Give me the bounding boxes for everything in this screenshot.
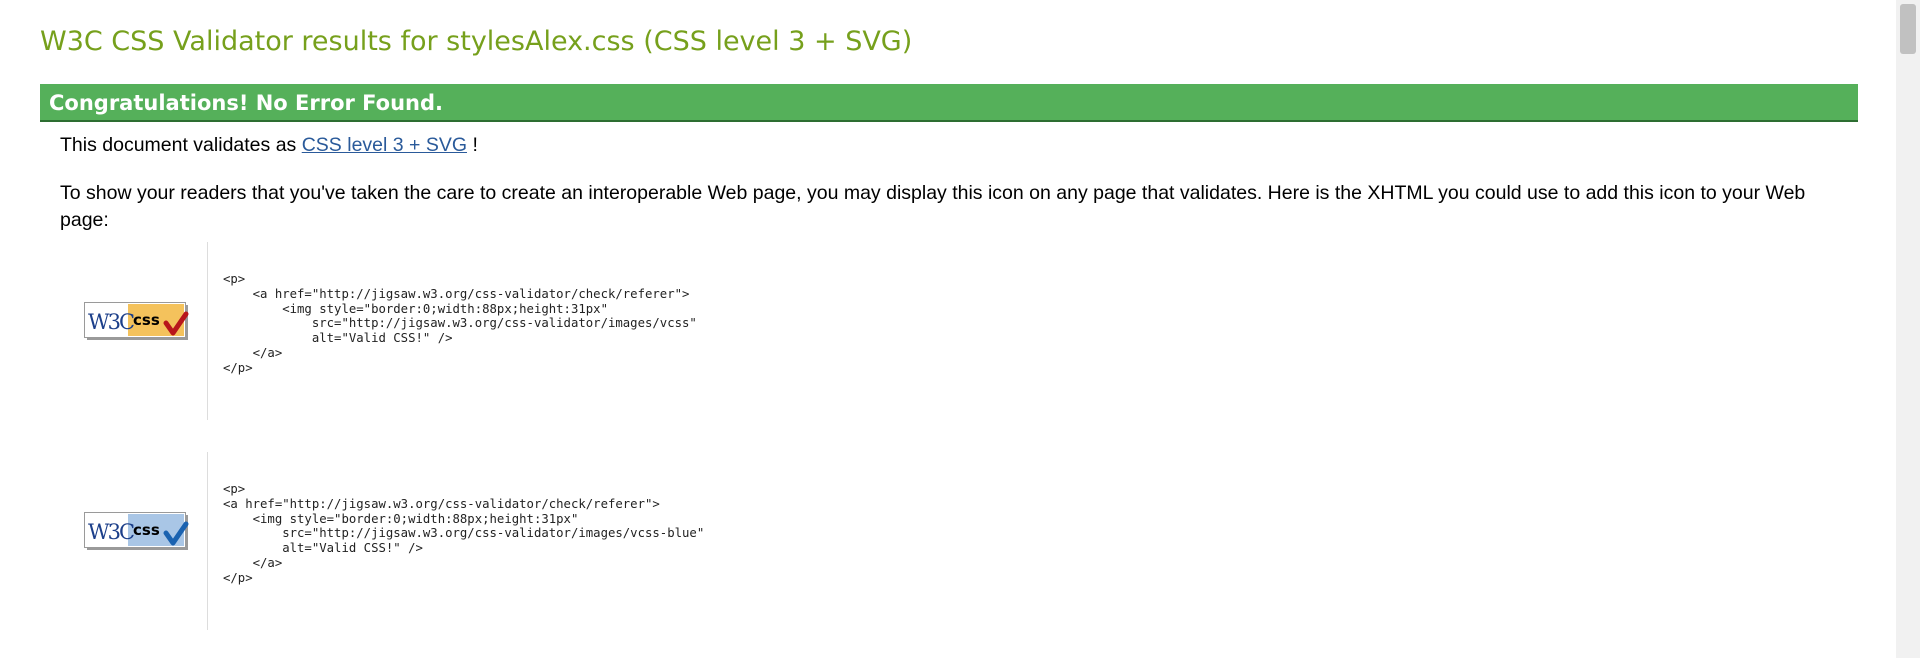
validates-line: This document validates as CSS level 3 +…	[60, 134, 478, 157]
vertical-scrollbar[interactable]	[1896, 0, 1920, 658]
badge-blue-w3c-text: W3C	[88, 520, 134, 544]
validates-prefix: This document validates as	[60, 134, 297, 156]
code-cell-divider	[207, 452, 208, 630]
show-readers-text: To show your readers that you've taken t…	[60, 182, 1806, 231]
badge-gold-w3c-text: W3C	[88, 310, 134, 334]
badge-gold-svg: W3C css	[84, 302, 189, 340]
code-cell-divider	[207, 242, 208, 420]
css-level-link[interactable]: CSS level 3 + SVG	[302, 134, 467, 156]
congratulations-banner: Congratulations! No Error Found.	[40, 84, 1858, 122]
validator-results-page: W3C CSS Validator results for stylesAlex…	[0, 0, 1896, 658]
scrollbar-thumb[interactable]	[1900, 4, 1916, 54]
badge-blue-svg: W3C css	[84, 512, 189, 550]
validates-suffix: !	[472, 134, 478, 156]
congratulations-heading: Congratulations! No Error Found.	[49, 91, 444, 115]
w3c-css-badge-gold-icon[interactable]: W3C css	[84, 302, 192, 340]
w3c-css-badge-blue-icon[interactable]: W3C css	[84, 512, 192, 550]
badge-blue-css-text: css	[133, 521, 160, 539]
badge-blue-code: <p> <a href="http://jigsaw.w3.org/css-va…	[223, 482, 705, 585]
page-title: W3C CSS Validator results for stylesAlex…	[40, 26, 913, 57]
badge-gold-code: <p> <a href="http://jigsaw.w3.org/css-va…	[223, 272, 697, 375]
badge-gold-css-text: css	[133, 311, 160, 329]
